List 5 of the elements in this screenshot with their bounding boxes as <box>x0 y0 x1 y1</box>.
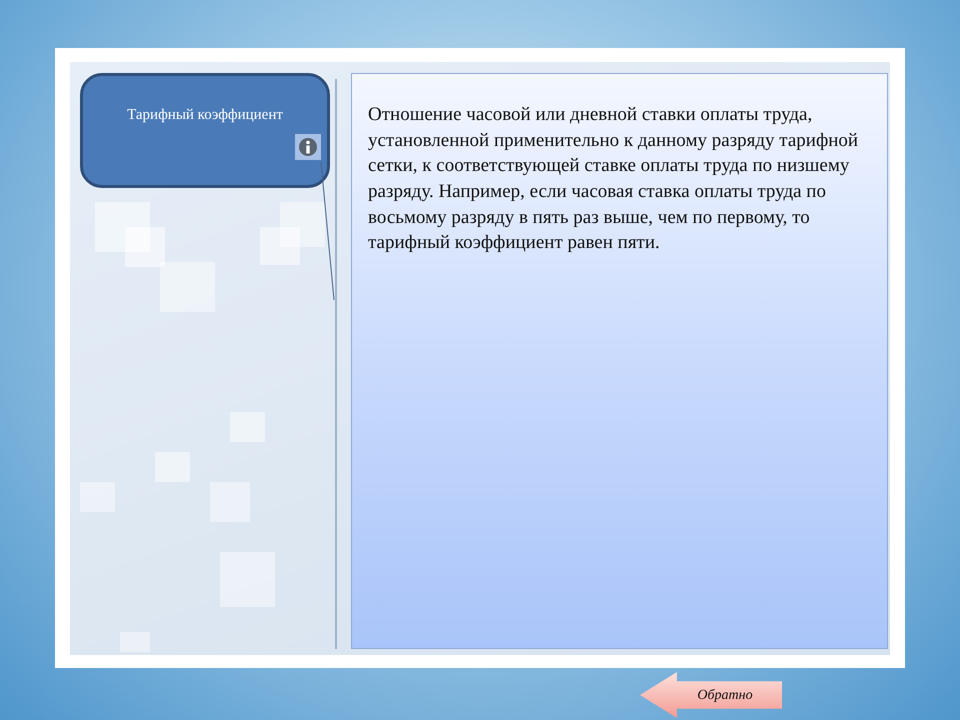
info-icon[interactable] <box>295 134 321 160</box>
term-title: Тарифный коэффициент <box>127 107 283 123</box>
term-box[interactable]: Тарифный коэффициент <box>80 73 330 188</box>
definition-text: Отношение часовой или дневной ставки оплаты труда, установленной применительно к данному разряду тарифной сетки, к соответствующей ставке оплаты труда по низшему разряду. Например, если часовая ставка оплаты труда по восьмому разряду в пять раз выше, чем по первому, то тарифный коэффициент равен пяти. <box>368 103 860 256</box>
back-arrow-button[interactable]: Обратно <box>640 672 782 718</box>
